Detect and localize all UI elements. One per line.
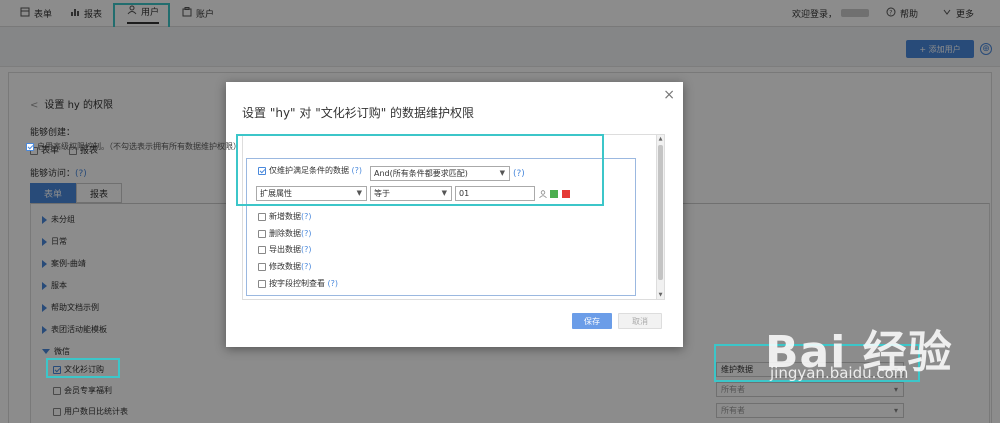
scroll-down-icon: ▼ xyxy=(658,292,663,298)
save-button[interactable]: 保存 xyxy=(572,313,612,329)
perm-checkbox[interactable]: 导出数据 (?) xyxy=(258,244,312,255)
perm-checkbox[interactable]: 修改数据 (?) xyxy=(258,261,312,272)
baidu-watermark-url: jingyan.baidu.com xyxy=(770,364,909,382)
highlight-frame-advanced xyxy=(236,134,604,206)
scroll-up-icon: ▲ xyxy=(658,136,663,142)
perm-checkbox[interactable]: 新增数据 (?) xyxy=(258,211,312,222)
perm-checkbox[interactable]: 删除数据 (?) xyxy=(258,228,312,239)
close-icon[interactable]: × xyxy=(663,87,675,103)
dialog-title: 设置 "hy" 对 "文化衫订购" 的数据维护权限 xyxy=(242,106,475,120)
advanced-control-checkbox[interactable]: 启用高级权限控制。（不勾选表示拥有所有数据维护权限） xyxy=(26,141,241,152)
scroll-thumb xyxy=(658,145,663,280)
highlight-frame-item xyxy=(46,358,120,378)
scrollbar[interactable]: ▲ ▼ xyxy=(656,134,665,300)
perm-checkbox[interactable]: 按字段控制查看 (?) xyxy=(258,278,338,289)
cancel-button[interactable]: 取消 xyxy=(618,313,662,329)
